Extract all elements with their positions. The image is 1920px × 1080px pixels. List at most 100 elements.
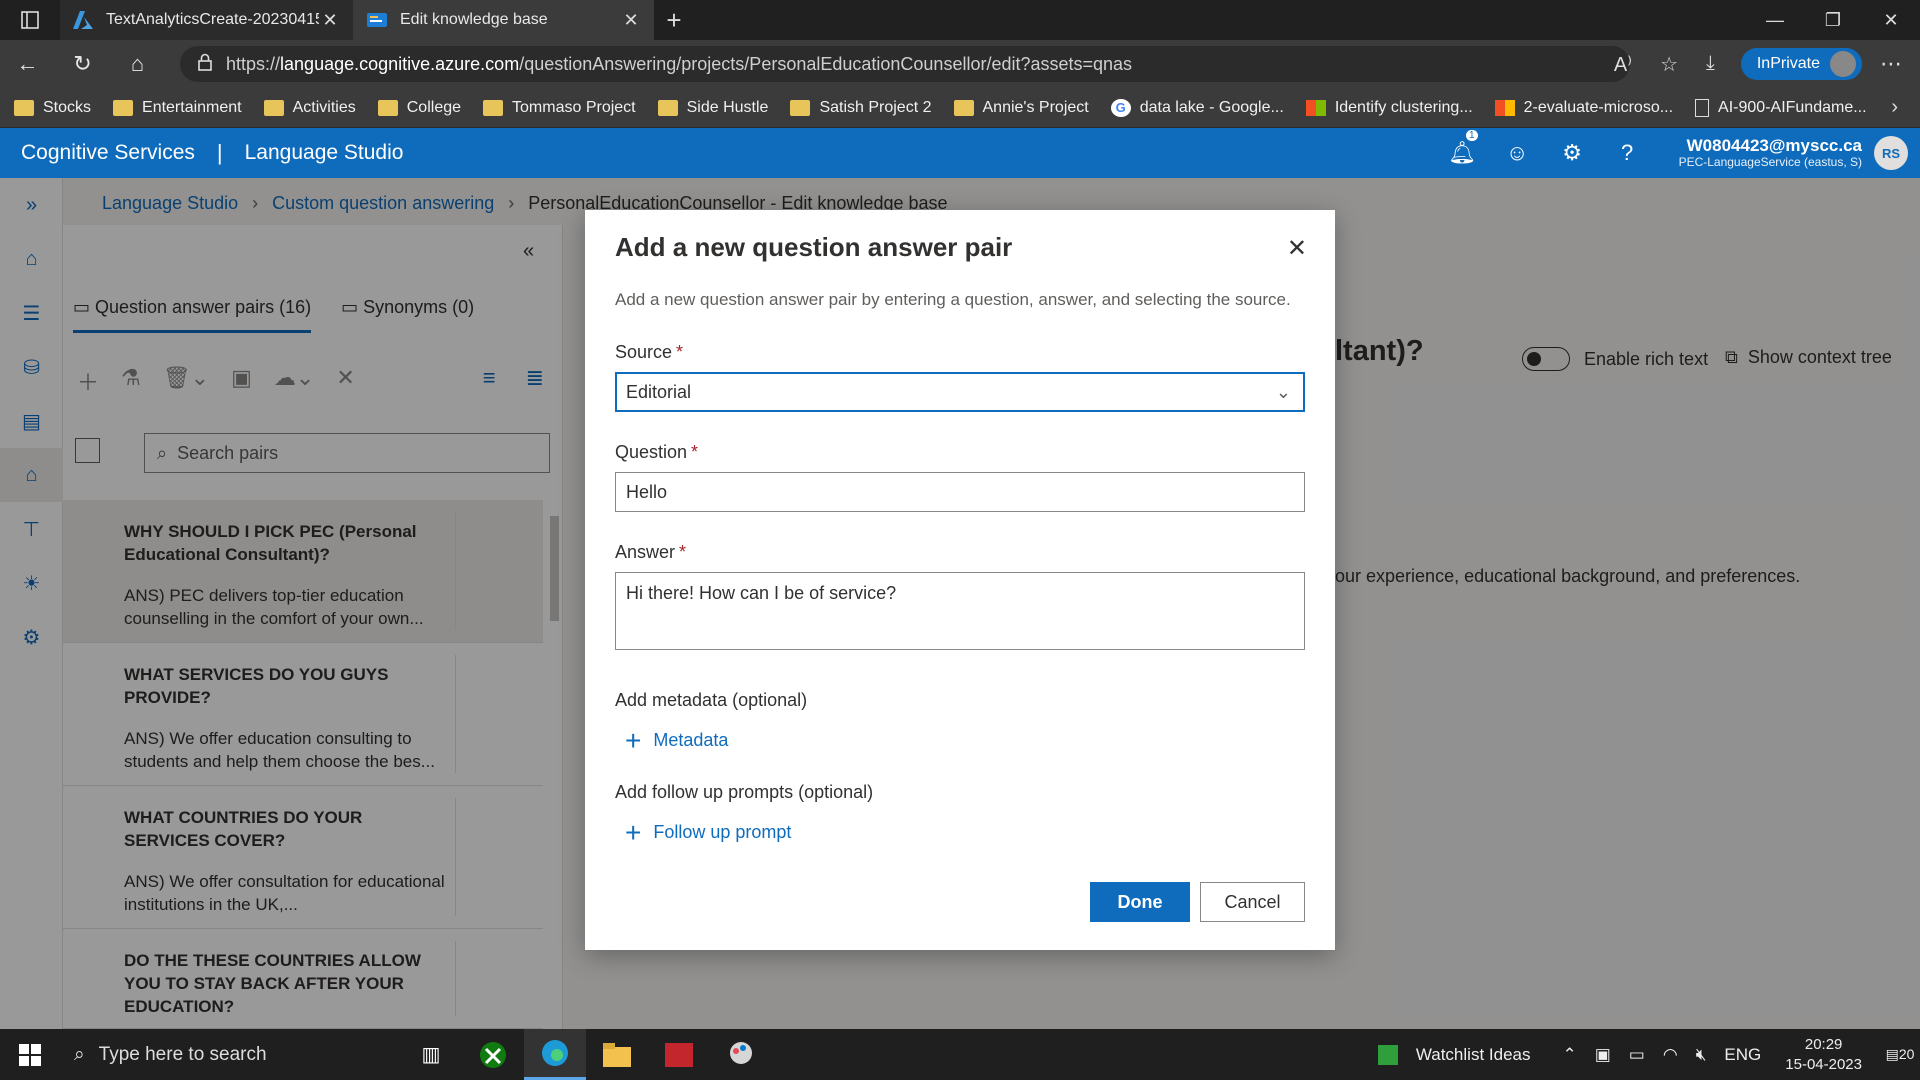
browser-actions: A⁾ ☆ ⤓ InPrivate ⋯	[1614, 46, 1902, 82]
meet-icon[interactable]: ▣	[1595, 1045, 1611, 1065]
inprivate-button[interactable]: InPrivate	[1740, 48, 1862, 80]
product-name[interactable]: Language Studio	[245, 141, 404, 165]
notifications-icon[interactable]: ▤20	[1880, 1046, 1920, 1063]
paint-app-icon[interactable]	[710, 1029, 772, 1080]
favorite-item[interactable]: AI-900-AIFundame...	[1695, 98, 1867, 117]
favorite-item[interactable]: Activities	[263, 99, 356, 117]
browser-tabbar: TextAnalyticsCreate-2023041520 ✕ Edit kn…	[0, 0, 1920, 40]
source-dropdown[interactable]: Editorial ⌄	[615, 372, 1305, 412]
profile-avatar	[1830, 51, 1856, 77]
answer-label: Answer *	[615, 542, 687, 562]
favorite-item[interactable]: Stocks	[14, 99, 91, 117]
azure-icon	[72, 9, 94, 31]
tab-actions-icon[interactable]	[0, 0, 60, 40]
new-tab-icon[interactable]: +	[654, 0, 694, 40]
microsoft-icon	[1305, 99, 1326, 116]
edge-icon[interactable]	[524, 1029, 586, 1080]
cancel-button[interactable]: Cancel	[1200, 882, 1305, 922]
folder-icon	[790, 99, 811, 116]
google-icon: G	[1110, 98, 1131, 117]
clock[interactable]: 20:29 15-04-2023	[1785, 1035, 1862, 1075]
folder-icon	[483, 99, 504, 116]
followup-label: Add follow up prompts (optional)	[615, 782, 874, 802]
feedback-smiley-icon[interactable]: ☺	[1490, 140, 1545, 166]
user-resource: PEC-LanguageService (eastus, S)	[1678, 154, 1862, 169]
add-qa-dialog: Add a new question answer pair ✕ Add a n…	[585, 210, 1335, 950]
folder-icon	[657, 99, 678, 116]
tab-title: TextAnalyticsCreate-2023041520	[106, 11, 319, 28]
settings-gear-icon[interactable]: ⚙	[1545, 140, 1600, 166]
dialog-subtitle: Add a new question answer pair by enteri…	[615, 290, 1291, 309]
close-icon[interactable]: ✕	[1287, 234, 1307, 263]
help-icon[interactable]: ?	[1600, 140, 1655, 166]
search-icon: ⌕	[74, 1043, 85, 1065]
red-app-icon[interactable]	[648, 1029, 710, 1080]
watchlist-icon[interactable]	[1377, 1044, 1398, 1065]
back-icon[interactable]: ←	[0, 40, 55, 88]
task-view-icon[interactable]: ▥	[400, 1029, 462, 1080]
brand-divider: |	[216, 140, 223, 165]
folder-icon	[14, 99, 34, 116]
favorite-item[interactable]: Entertainment	[113, 99, 242, 117]
url-path: /questionAnswering/projects/PersonalEduc…	[519, 53, 1133, 74]
volume-muted-icon[interactable]: 🔇︎	[1696, 1045, 1707, 1065]
favorite-item[interactable]: Satish Project 2	[790, 99, 932, 117]
browser-tab-edit-kb[interactable]: Edit knowledge base ✕	[354, 0, 654, 40]
document-icon	[1695, 98, 1710, 117]
favorite-item[interactable]: College	[377, 99, 461, 117]
notification-count: 20	[1898, 1046, 1915, 1062]
close-icon[interactable]: ✕	[319, 10, 341, 31]
lock-icon	[198, 53, 212, 76]
windows-start-icon[interactable]	[0, 1029, 60, 1080]
address-bar[interactable]: https://language.cognitive.azure.com/que…	[180, 46, 1630, 82]
add-metadata-button[interactable]: + Metadata	[625, 724, 728, 756]
avatar[interactable]: RS	[1874, 136, 1908, 170]
inprivate-label: InPrivate	[1756, 55, 1820, 72]
close-window-icon[interactable]: ✕	[1862, 0, 1920, 40]
refresh-icon[interactable]: ↻	[55, 40, 110, 88]
notification-bell-icon[interactable]: 🔔︎ 1	[1435, 130, 1490, 166]
more-icon[interactable]: ⋯	[1880, 51, 1902, 77]
plus-icon: +	[625, 724, 642, 756]
favorite-star-icon[interactable]: ☆	[1660, 52, 1678, 77]
tab-title: Edit knowledge base	[400, 11, 548, 28]
address-toolbar: ← ↻ ⌂ https://language.cognitive.azure.c…	[0, 40, 1920, 88]
add-follow-up-button[interactable]: + Follow up prompt	[625, 818, 791, 846]
download-icon[interactable]: ⤓	[1706, 52, 1715, 77]
chevron-up-icon[interactable]: ⌃	[1562, 1045, 1576, 1065]
favorite-item[interactable]: Gdata lake - Google...	[1110, 98, 1284, 117]
brand-name[interactable]: Cognitive Services	[21, 141, 195, 165]
done-button[interactable]: Done	[1090, 882, 1190, 922]
watchlist-label[interactable]: Watchlist Ideas	[1416, 1045, 1531, 1065]
favorite-item[interactable]: Annie's Project	[953, 99, 1089, 117]
favorite-item[interactable]: Side Hustle	[657, 99, 768, 117]
user-email: W0804423@myscc.ca	[1686, 136, 1862, 156]
file-explorer-icon[interactable]	[586, 1029, 648, 1080]
question-label: Question *	[615, 442, 699, 462]
taskbar: ⌕ Type here to search ▥ Watchlist Ideas …	[0, 1029, 1920, 1080]
read-aloud-icon[interactable]: A⁾	[1614, 52, 1632, 77]
notification-badge: 1	[1466, 130, 1478, 141]
question-input[interactable]: Hello	[615, 472, 1305, 512]
browser-tab-textanalytics[interactable]: TextAnalyticsCreate-2023041520 ✕	[60, 0, 354, 40]
favorite-item[interactable]: 2-evaluate-microso...	[1494, 99, 1673, 117]
xbox-icon[interactable]	[462, 1029, 524, 1080]
wifi-icon[interactable]: ◠	[1663, 1045, 1678, 1065]
user-info[interactable]: W0804423@myscc.ca PEC-LanguageService (e…	[1679, 136, 1862, 169]
answer-textarea[interactable]: Hi there! How can I be of service?	[615, 572, 1305, 650]
favorite-item[interactable]: Identify clustering...	[1305, 99, 1473, 117]
minimize-icon[interactable]: —	[1746, 0, 1804, 40]
battery-icon[interactable]: ▭	[1629, 1045, 1645, 1065]
metadata-label: Add metadata (optional)	[615, 690, 808, 710]
chevron-down-icon: ⌄	[1275, 381, 1291, 402]
language-indicator[interactable]: ENG	[1724, 1045, 1761, 1065]
url-prefix: https://	[226, 53, 281, 74]
folder-icon	[377, 99, 398, 116]
dialog-title: Add a new question answer pair	[615, 232, 1013, 262]
favorite-item[interactable]: Tommaso Project	[483, 99, 636, 117]
chevron-right-icon[interactable]: ›	[1891, 96, 1898, 119]
taskbar-search-input[interactable]: ⌕ Type here to search	[60, 1029, 400, 1080]
home-icon[interactable]: ⌂	[110, 40, 165, 88]
restore-icon[interactable]: ❐	[1804, 0, 1862, 40]
close-icon[interactable]: ✕	[620, 10, 642, 31]
